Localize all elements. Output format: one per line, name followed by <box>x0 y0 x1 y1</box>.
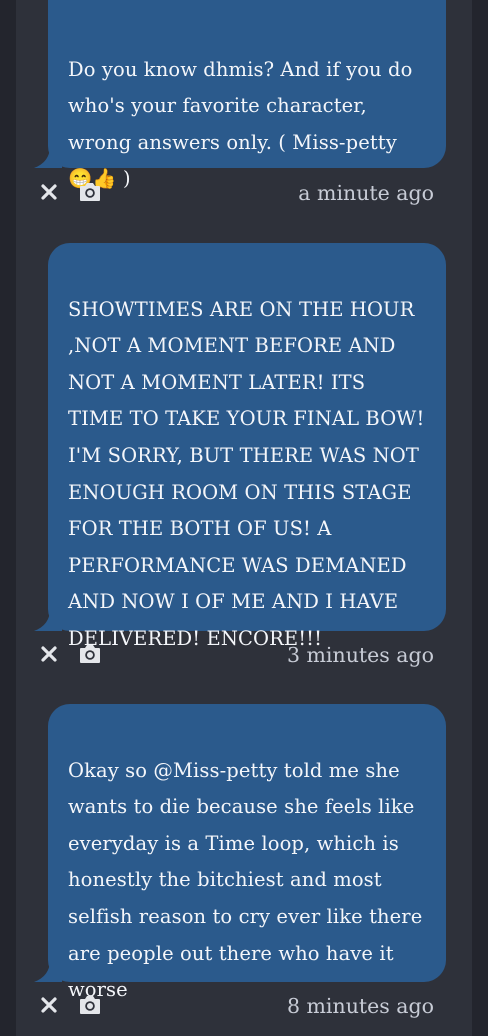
close-icon[interactable] <box>38 181 60 203</box>
message-meta: 3 minutes ago <box>16 640 472 670</box>
camera-icon[interactable] <box>78 181 102 203</box>
timestamp: a minute ago <box>298 181 434 205</box>
message-text: Okay so @Miss-petty told me she wants to… <box>68 758 423 1002</box>
message-bubble: SHOWTIMES ARE ON THE HOUR ,NOT A MOMENT … <box>34 243 446 650</box>
bubble-tail <box>34 960 62 982</box>
timestamp: 3 minutes ago <box>286 643 434 667</box>
message-bubble: Okay so @Miss-petty told me she wants to… <box>34 704 446 1001</box>
bubble-tail <box>34 146 62 168</box>
message-meta: 8 minutes ago <box>16 991 472 1021</box>
close-icon[interactable] <box>38 994 60 1016</box>
message-column: Do you know dhmis? And if you do who's y… <box>16 0 472 1036</box>
bubble-tail <box>34 609 62 631</box>
message-text: Do you know dhmis? And if you do who's y… <box>68 57 413 191</box>
message-meta: a minute ago <box>16 178 472 208</box>
camera-icon[interactable] <box>78 994 102 1016</box>
timestamp: 8 minutes ago <box>286 994 434 1018</box>
message-bubble: Do you know dhmis? And if you do who's y… <box>34 0 446 190</box>
message-text: SHOWTIMES ARE ON THE HOUR ,NOT A MOMENT … <box>68 297 425 650</box>
close-icon[interactable] <box>38 643 60 665</box>
camera-icon[interactable] <box>78 643 102 665</box>
